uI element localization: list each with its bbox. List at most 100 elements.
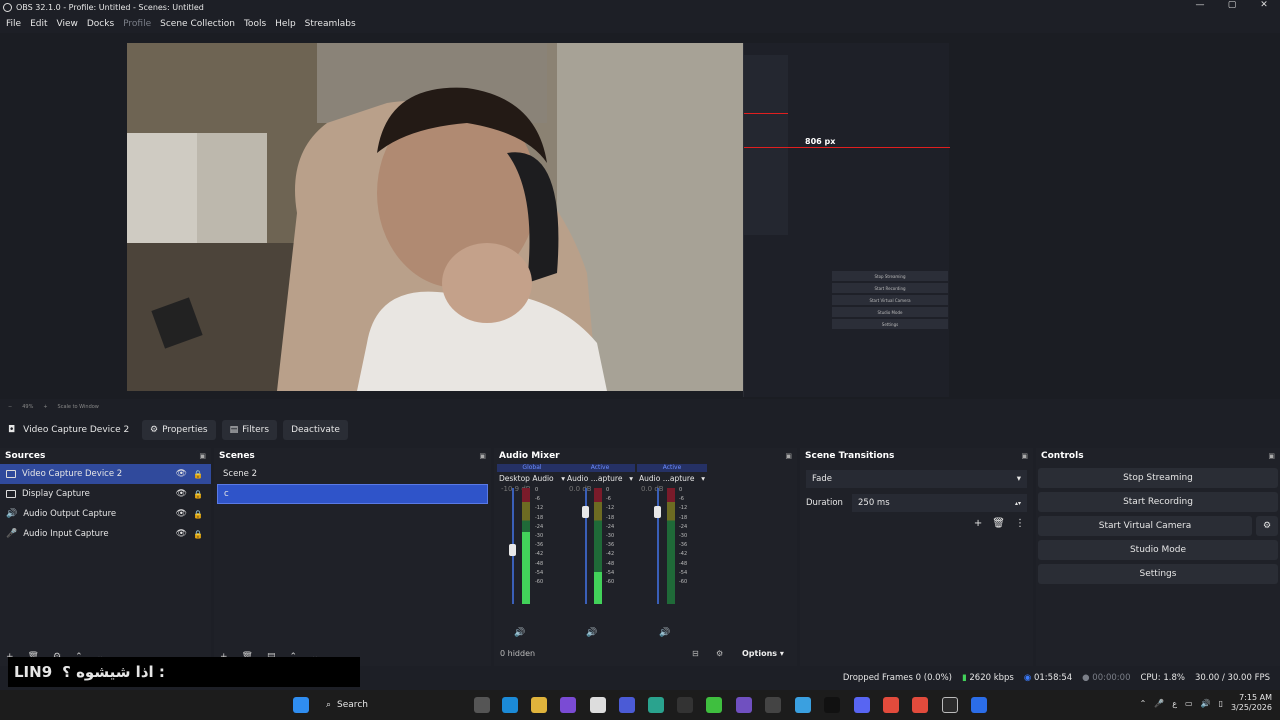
start-virtual-camera-button[interactable]: Start Virtual Camera — [1038, 516, 1252, 536]
menu-file[interactable]: File — [6, 19, 21, 29]
app-icon[interactable] — [795, 697, 811, 713]
mute-icon[interactable]: 🔊 — [514, 628, 525, 638]
app-icon[interactable] — [619, 697, 635, 713]
audio-mixer-panel: Audio Mixer ▣ Global Desktop Audio ▾ -10.9… — [494, 448, 797, 666]
advanced-audio-icon[interactable]: ⚙ — [716, 649, 723, 658]
source-item[interactable]: Display Capture 👁 🔒 — [0, 484, 211, 504]
chevron-down-icon: ▾ — [1016, 474, 1021, 484]
menu-help[interactable]: Help — [275, 19, 296, 29]
preview-area[interactable]: 806 px Stop Streaming Start Recording St… — [0, 33, 1280, 399]
mute-icon[interactable]: 🔊 — [659, 628, 670, 638]
menu-streamlabs[interactable]: Streamlabs — [305, 19, 356, 29]
dock-icon[interactable]: ▣ — [1021, 452, 1028, 460]
zoom-in-button[interactable]: + — [43, 404, 47, 410]
source-item[interactable]: 🔊 Audio Output Capture 👁 🔒 — [0, 504, 211, 524]
deactivate-button[interactable]: Deactivate — [283, 420, 348, 440]
file-explorer-icon[interactable] — [531, 697, 547, 713]
chevron-down-icon[interactable]: ▾ — [629, 474, 633, 483]
minimize-button[interactable]: — — [1184, 0, 1216, 10]
mixer-options-button[interactable]: Options ▾ — [742, 649, 784, 658]
dock-icon[interactable]: ▣ — [785, 452, 792, 460]
webcam-preview[interactable] — [127, 43, 743, 391]
start-recording-button[interactable]: Start Recording — [1038, 492, 1278, 512]
menu-tools[interactable]: Tools — [244, 19, 266, 29]
app-icon[interactable] — [971, 697, 987, 713]
fader-knob[interactable] — [654, 506, 661, 518]
discord-icon[interactable] — [854, 697, 870, 713]
chrome-icon[interactable] — [912, 697, 928, 713]
app-icon[interactable] — [736, 697, 752, 713]
source-item[interactable]: 🎤 Audio Input Capture 👁 🔒 — [0, 524, 211, 544]
menu-edit[interactable]: Edit — [30, 19, 47, 29]
fader-knob[interactable] — [582, 506, 589, 518]
app-icon[interactable] — [677, 697, 693, 713]
visibility-icon[interactable]: 👁 — [176, 529, 187, 539]
dock-icon[interactable]: ▣ — [1268, 452, 1275, 460]
sources-panel: Sources ▣ Video Capture Device 2 👁 🔒 Disp… — [0, 448, 211, 666]
minecraft-icon[interactable] — [706, 697, 722, 713]
remove-transition-icon[interactable]: 🗑 — [992, 518, 1005, 529]
virtual-camera-settings-icon[interactable]: ⚙ — [1256, 516, 1278, 536]
maximize-button[interactable]: ▢ — [1216, 0, 1248, 10]
hidden-count[interactable]: 0 hidden — [500, 649, 535, 658]
visibility-icon[interactable]: 👁 — [176, 489, 187, 499]
copilot-icon[interactable] — [560, 697, 576, 713]
properties-button[interactable]: ⚙ Properties — [142, 420, 216, 440]
lock-icon[interactable]: 🔒 — [193, 530, 203, 539]
stepper-icon[interactable]: ▴▾ — [1015, 500, 1021, 507]
volume-icon[interactable]: 🔊 — [1201, 699, 1211, 708]
taskbar-search[interactable]: ⌕ Search — [318, 695, 458, 715]
menu-scene-collection[interactable]: Scene Collection — [160, 19, 235, 29]
menu-profile[interactable]: Profile — [123, 19, 151, 29]
dock-icon[interactable]: ▣ — [479, 452, 486, 460]
network-icon[interactable]: ▭ — [1185, 699, 1193, 708]
transitions-title: Scene Transitions — [805, 451, 895, 461]
fader-knob[interactable] — [509, 544, 516, 556]
display-icon — [6, 490, 16, 498]
selected-source: ◘ Video Capture Device 2 — [0, 425, 142, 435]
red-guide-line — [744, 147, 950, 148]
settings-button[interactable]: Settings — [1038, 564, 1278, 584]
scale-mode[interactable]: Scale to Window — [58, 404, 99, 410]
lock-icon[interactable]: 🔒 — [193, 510, 203, 519]
app-icon[interactable] — [765, 697, 781, 713]
duration-field[interactable]: 250 ms ▴▾ — [852, 494, 1027, 512]
channel-status: Global — [497, 464, 567, 472]
lock-icon[interactable]: 🔒 — [193, 490, 203, 499]
lock-icon[interactable]: 🔒 — [193, 470, 203, 479]
scene-item[interactable]: Scene 2 — [217, 464, 488, 484]
edge-icon[interactable] — [502, 697, 518, 713]
add-transition-icon[interactable]: + — [974, 518, 982, 529]
windows-start-icon[interactable] — [293, 697, 309, 713]
chrome-icon[interactable] — [883, 697, 899, 713]
menu-docks[interactable]: Docks — [87, 19, 114, 29]
dock-icon[interactable]: ▣ — [199, 452, 206, 460]
tiktok-icon[interactable] — [824, 697, 840, 713]
scene-item[interactable]: c — [217, 484, 488, 504]
close-button[interactable]: ✕ — [1248, 0, 1280, 10]
mixer-layout-icon[interactable]: ⊟ — [692, 649, 699, 658]
visibility-icon[interactable]: 👁 — [176, 509, 187, 519]
source-item[interactable]: Video Capture Device 2 👁 🔒 — [0, 464, 211, 484]
studio-mode-button[interactable]: Studio Mode — [1038, 540, 1278, 560]
obs-taskbar-icon[interactable] — [942, 697, 958, 713]
battery-icon[interactable]: ▯ — [1219, 699, 1223, 708]
camera-icon — [6, 470, 16, 478]
app-icon[interactable] — [648, 697, 664, 713]
transition-select[interactable]: Fade ▾ — [806, 470, 1027, 488]
clock[interactable]: 7:15 AM 3/25/2026 — [1231, 693, 1272, 713]
store-icon[interactable] — [590, 697, 606, 713]
task-view-icon[interactable] — [474, 697, 490, 713]
stop-streaming-button[interactable]: Stop Streaming — [1038, 468, 1278, 488]
chevron-up-icon[interactable]: ⌃ — [1140, 699, 1147, 708]
microphone-icon[interactable]: 🎤 — [1154, 699, 1164, 708]
mute-icon[interactable]: 🔊 — [586, 628, 597, 638]
visibility-icon[interactable]: 👁 — [176, 469, 187, 479]
more-icon[interactable]: ⋮ — [1015, 518, 1025, 529]
zoom-out-button[interactable]: − — [8, 404, 12, 410]
language-indicator[interactable]: ع — [1172, 699, 1177, 708]
nested-control: Start Virtual Camera — [832, 295, 948, 305]
chevron-down-icon[interactable]: ▾ — [701, 474, 705, 483]
filters-button[interactable]: ▤ Filters — [221, 420, 278, 440]
menu-view[interactable]: View — [57, 19, 78, 29]
